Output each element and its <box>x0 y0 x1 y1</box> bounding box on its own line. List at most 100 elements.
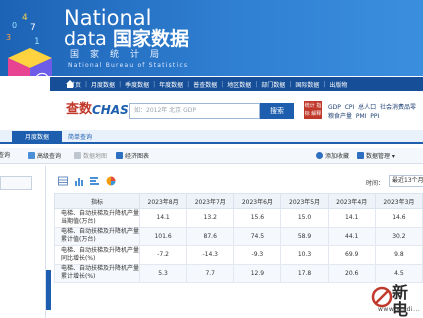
tab-simple-query[interactable]: 简单查询 <box>68 131 92 144</box>
quick-link-grain[interactable]: 粮食产量 <box>328 113 352 120</box>
nav-item-quarterly[interactable]: 季度数据 <box>122 80 152 89</box>
advanced-query-icon <box>28 152 35 159</box>
table-header-row: 指标 2023年8月 2023年7月 2023年6月 2023年5月 2023年… <box>54 193 423 209</box>
table-cell: 14.6 <box>374 208 423 228</box>
data-map-button[interactable]: 数据地图 <box>74 152 107 161</box>
svg-text:0: 0 <box>12 21 17 30</box>
row-selection-marker <box>46 270 51 310</box>
pie-chart-icon[interactable] <box>106 176 116 186</box>
nav-item-international[interactable]: 国际数据 <box>292 80 322 89</box>
indicator-cell[interactable]: 电梯、自动扶梯及升降机产量当期值(万台) <box>54 208 140 228</box>
table-row: 电梯、自动扶梯及升降机产量同比增长(%) -7.2 -14.3 -9.3 10.… <box>54 245 423 265</box>
quick-link-pmi[interactable]: PMI <box>356 113 367 120</box>
tab-monthly-data[interactable]: 月度数据 <box>12 131 62 144</box>
table-cell: 74.5 <box>233 226 282 246</box>
quick-links-row2: 粮食产量 PMI PPI <box>328 111 379 120</box>
data-map-label: 数据地图 <box>83 153 108 160</box>
table-cell: 15.6 <box>233 208 282 228</box>
nav-item-department[interactable]: 部门数据 <box>258 80 288 89</box>
quick-link-cpi[interactable]: CPI <box>345 104 355 111</box>
table-cell: 9.8 <box>374 245 423 265</box>
advanced-query-button[interactable]: 高级查询 <box>28 152 61 161</box>
data-table: 指标 2023年8月 2023年7月 2023年6月 2023年5月 2023年… <box>54 193 423 283</box>
data-map-icon <box>74 152 81 159</box>
table-cell: 10.3 <box>280 245 329 265</box>
data-manage-button[interactable]: 数据管理 ▾ <box>357 152 395 161</box>
table-header-col[interactable]: 2023年8月 <box>138 193 188 209</box>
brand-en-line1: National <box>64 6 152 30</box>
add-favorite-button[interactable]: 添加收藏 <box>316 152 349 161</box>
table-cell: 101.6 <box>138 226 188 246</box>
horizontal-bar-icon[interactable] <box>90 176 100 186</box>
quick-link-ppi[interactable]: PPI <box>370 113 379 120</box>
brand-zh-name: 国家数据 <box>113 28 190 50</box>
brand-bureau-en: National Bureau of Statistics <box>68 62 189 69</box>
page-root: { "brand": { "en_line1": "National", "en… <box>0 0 423 318</box>
table-cell: 14.1 <box>138 208 188 228</box>
home-icon <box>66 80 74 88</box>
site-header: 4 0 7 3 1 @ National data 国家数据 国家统计局 Nat… <box>0 0 423 76</box>
economic-charts-label: 经济图表 <box>125 153 150 160</box>
brand-bureau-zh: 国家统计局 <box>70 50 171 60</box>
breadcrumb <box>0 130 423 144</box>
watermark-url: www.xindi... <box>378 306 421 313</box>
chashu-logo-zh: 查数 <box>66 102 93 117</box>
data-manage-icon <box>357 152 364 159</box>
table-cell: 12.9 <box>233 263 282 283</box>
nav-item-publications[interactable]: 出版物 <box>326 80 350 89</box>
nav-item-annual[interactable]: 年度数据 <box>156 80 186 89</box>
table-cell: -14.3 <box>186 245 235 265</box>
table-cell: 4.5 <box>374 263 423 283</box>
table-row: 电梯、自动扶梯及升降机产量累计增长(%) 5.3 7.7 12.9 17.8 2… <box>54 263 423 283</box>
table-header-col[interactable]: 2023年3月 <box>374 193 423 209</box>
table-row: 电梯、自动扶梯及升降机产量累计值(万台) 101.6 87.6 74.5 58.… <box>54 226 423 246</box>
nav-item-regional[interactable]: 地区数据 <box>224 80 254 89</box>
left-panel-box[interactable] <box>0 176 32 190</box>
table-cell: 58.9 <box>280 226 329 246</box>
table-cell: -7.2 <box>138 245 188 265</box>
quick-link-population[interactable]: 总人口 <box>358 104 376 111</box>
svg-text:7: 7 <box>30 23 36 33</box>
advanced-query-label: 高级查询 <box>37 153 62 160</box>
brand-en-line2: data <box>64 28 107 50</box>
time-label: 时间： <box>366 180 385 187</box>
quick-link-gdp[interactable]: GDP <box>328 104 341 111</box>
query-label: 查询 <box>0 152 11 159</box>
nav-item-monthly[interactable]: 月度数据 <box>88 80 118 89</box>
table-cell: 20.6 <box>327 263 376 283</box>
indicator-cell[interactable]: 电梯、自动扶梯及升降机产量累计增长(%) <box>54 263 140 283</box>
indicator-cell[interactable]: 电梯、自动扶梯及升降机产量同比增长(%) <box>54 245 140 265</box>
svg-text:1: 1 <box>34 37 40 47</box>
query-button[interactable]: 查询 <box>0 152 10 160</box>
table-cell: 13.2 <box>186 208 235 228</box>
economic-charts-button[interactable]: 经济图表 <box>116 152 149 161</box>
table-cell: 87.6 <box>186 226 235 246</box>
indicator-cell[interactable]: 电梯、自动扶梯及升降机产量累计值(万台) <box>54 226 140 246</box>
stat-indicator-badge[interactable]: 统计 指标 解释 <box>304 101 322 119</box>
table-cell: 17.8 <box>280 263 329 283</box>
table-view-icon[interactable] <box>58 176 68 186</box>
search-input[interactable]: 如：2012年 北京 GDP <box>129 103 260 119</box>
table-header-col[interactable]: 2023年6月 <box>233 193 282 209</box>
table-cell: 30.2 <box>374 226 423 246</box>
svg-text:@: @ <box>34 69 50 76</box>
table-cell: 69.9 <box>327 245 376 265</box>
bar-chart-icon[interactable] <box>74 176 84 186</box>
table-row: 电梯、自动扶梯及升降机产量当期值(万台) 14.1 13.2 15.6 15.0… <box>54 208 423 228</box>
table-header-col[interactable]: 2023年5月 <box>280 193 329 209</box>
table-header-col[interactable]: 2023年7月 <box>186 193 235 209</box>
quick-link-retail[interactable]: 社会消费品零 <box>380 104 416 111</box>
main-nav: 首页 | 月度数据 | 季度数据 | 年度数据 | 普查数据 | 地区数据 | 部门数据 | … <box>50 77 423 91</box>
table-header-indicator[interactable]: 指标 <box>54 193 140 209</box>
table-cell: 5.3 <box>138 263 188 283</box>
add-favorite-label: 添加收藏 <box>325 153 350 160</box>
svg-text:3: 3 <box>6 33 11 42</box>
nav-item-census[interactable]: 普查数据 <box>190 80 220 89</box>
add-icon <box>316 152 323 159</box>
table-cell: 14.1 <box>327 208 376 228</box>
table-cell: -9.3 <box>233 245 282 265</box>
chart-icon <box>116 152 123 159</box>
time-range-select[interactable]: 最近13个月 <box>389 175 423 187</box>
table-header-col[interactable]: 2023年4月 <box>327 193 376 209</box>
search-button[interactable]: 搜索 <box>260 103 294 119</box>
